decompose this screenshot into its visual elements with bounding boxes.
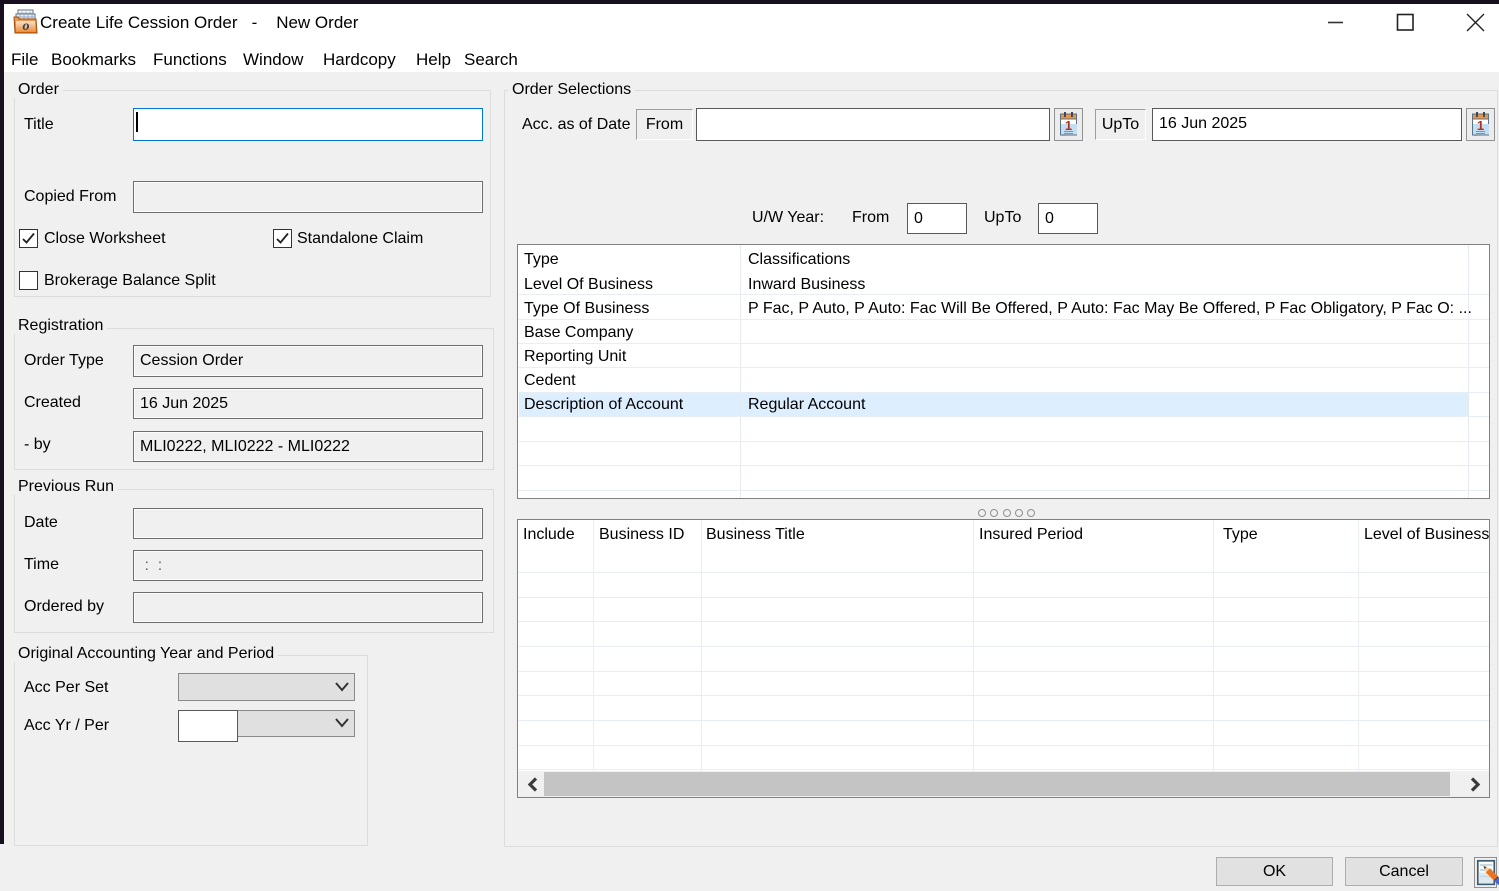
svg-text:1: 1 — [1065, 118, 1072, 133]
svg-text:1: 1 — [1477, 118, 1484, 133]
svg-text:o: o — [23, 19, 30, 34]
